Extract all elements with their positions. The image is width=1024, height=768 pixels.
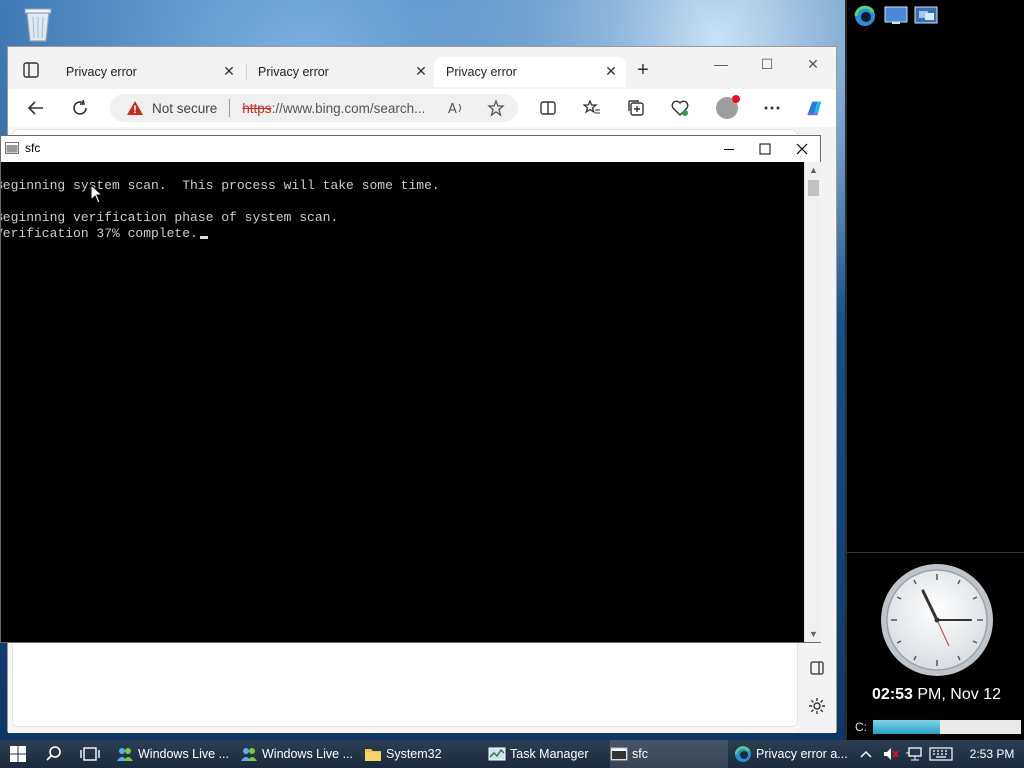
warning-icon bbox=[127, 101, 143, 115]
tab-strip: Privacy error ✕ Privacy error ✕ Privacy … bbox=[8, 47, 836, 89]
windows-logo-icon bbox=[10, 746, 26, 762]
scroll-thumb[interactable] bbox=[808, 180, 819, 196]
taskbar-item-label: Windows Live ... bbox=[262, 747, 354, 761]
console-output[interactable]: Beginning system scan. This process will… bbox=[1, 162, 804, 642]
split-screen-icon[interactable] bbox=[538, 98, 558, 118]
url-scheme: https bbox=[242, 100, 272, 116]
maximize-icon[interactable]: ☐ bbox=[752, 53, 782, 75]
console-line-progress: Verification 37% complete. bbox=[1, 226, 208, 242]
windows-live-icon bbox=[240, 745, 258, 763]
progress-text: Verification 37% complete. bbox=[1, 226, 198, 241]
scroll-down-icon[interactable]: ▼ bbox=[805, 626, 822, 642]
console-maximize-icon[interactable] bbox=[747, 136, 783, 162]
back-icon[interactable] bbox=[26, 98, 46, 118]
taskbar-item-system32[interactable]: System32 bbox=[364, 740, 484, 768]
mouse-pointer-icon bbox=[90, 183, 104, 204]
tab-privacy-error-1[interactable]: Privacy error ✕ bbox=[54, 57, 244, 87]
network-icon[interactable] bbox=[904, 740, 924, 768]
side-panel-icons bbox=[853, 4, 938, 26]
close-icon[interactable]: ✕ bbox=[222, 64, 236, 78]
tab-actions-icon[interactable] bbox=[22, 61, 40, 79]
console-icon bbox=[610, 745, 628, 763]
sidebar-toggle-icon[interactable] bbox=[808, 659, 826, 680]
console-app-icon bbox=[5, 142, 19, 154]
task-view-icon[interactable] bbox=[78, 740, 102, 768]
taskbar-item-windows-live-1[interactable]: Windows Live ... bbox=[116, 740, 236, 768]
side-clock-time: 02:53 bbox=[872, 686, 913, 703]
notification-dot bbox=[732, 95, 740, 103]
not-secure-label[interactable]: Not secure bbox=[152, 101, 217, 116]
side-clock-text: 02:53 PM, Nov 12 bbox=[847, 686, 1024, 704]
taskbar-item-label: System32 bbox=[386, 747, 442, 761]
console-line: Beginning system scan. This process will… bbox=[1, 178, 440, 193]
console-close-icon[interactable] bbox=[784, 136, 820, 162]
tab-privacy-error-2[interactable]: Privacy error ✕ bbox=[246, 57, 436, 87]
taskbar-item-label: Task Manager bbox=[510, 747, 589, 761]
text-cursor bbox=[199, 236, 208, 239]
folder-icon bbox=[364, 745, 382, 763]
copilot-icon[interactable] bbox=[804, 98, 824, 118]
close-icon[interactable]: ✕ bbox=[604, 64, 618, 78]
taskbar-item-privacy-error[interactable]: Privacy error a... bbox=[734, 740, 854, 768]
refresh-icon[interactable] bbox=[70, 98, 90, 118]
collections-icon[interactable] bbox=[626, 98, 646, 118]
minimize-icon[interactable]: — bbox=[706, 53, 736, 75]
volume-muted-icon[interactable] bbox=[882, 740, 900, 768]
side-panel-divider bbox=[847, 552, 1024, 553]
desktop-icon[interactable] bbox=[883, 4, 908, 26]
scroll-up-icon[interactable]: ▲ bbox=[805, 162, 822, 178]
drive-meter: C: bbox=[855, 718, 1024, 736]
taskbar-item-windows-live-2[interactable]: Windows Live ... bbox=[240, 740, 360, 768]
drive-usage-fill bbox=[873, 720, 940, 734]
browser-essentials-icon[interactable] bbox=[670, 98, 690, 118]
address-separator bbox=[229, 99, 231, 117]
console-minimize-icon[interactable] bbox=[711, 136, 747, 162]
taskbar-item-label: Privacy error a... bbox=[756, 747, 848, 761]
console-title: sfc bbox=[25, 141, 41, 155]
taskbar-clock[interactable]: 2:53 PM bbox=[964, 740, 1020, 768]
more-options-icon[interactable] bbox=[762, 98, 782, 118]
recycle-bin-icon[interactable] bbox=[18, 4, 58, 44]
svg-text:A: A bbox=[448, 102, 457, 117]
favorite-star-icon[interactable] bbox=[486, 98, 506, 118]
taskbar-item-task-manager[interactable]: Task Manager bbox=[488, 740, 608, 768]
start-button[interactable] bbox=[6, 740, 30, 768]
show-hidden-icons-chevron-icon[interactable] bbox=[858, 740, 874, 768]
console-title-bar[interactable]: sfc bbox=[1, 136, 820, 162]
taskbar: Windows Live ... Windows Live ... System… bbox=[0, 740, 1024, 768]
taskbar-item-label: Windows Live ... bbox=[138, 747, 230, 761]
browser-toolbar: Not secure https ://www.bing.com/search.… bbox=[8, 89, 836, 127]
taskbar-item-sfc[interactable]: sfc bbox=[610, 740, 728, 768]
url-text: ://www.bing.com/search... bbox=[271, 100, 426, 116]
console-line: Beginning verification phase of system s… bbox=[1, 210, 339, 225]
windows-live-icon bbox=[116, 745, 134, 763]
analog-clock bbox=[880, 563, 994, 677]
console-scrollbar[interactable]: ▲ ▼ bbox=[804, 162, 821, 642]
gadget-side-panel: 02:53 PM, Nov 12 C: bbox=[845, 0, 1024, 740]
drive-usage-bar bbox=[873, 720, 1021, 734]
tab-label: Privacy error bbox=[446, 65, 517, 79]
task-manager-icon bbox=[488, 745, 506, 763]
switch-windows-icon[interactable] bbox=[913, 4, 938, 26]
taskbar-item-label: sfc bbox=[632, 747, 648, 761]
drive-label: C: bbox=[855, 720, 867, 734]
tab-privacy-error-3-active[interactable]: Privacy error ✕ bbox=[434, 57, 626, 87]
close-icon[interactable]: ✕ bbox=[414, 64, 428, 78]
side-clock-date: PM, Nov 12 bbox=[912, 686, 1001, 703]
sfc-console-window: sfc Beginning system scan. This process … bbox=[0, 135, 821, 643]
keyboard-icon[interactable] bbox=[928, 740, 954, 768]
settings-gear-icon[interactable] bbox=[808, 697, 826, 718]
tab-label: Privacy error bbox=[66, 65, 137, 79]
favorites-icon[interactable] bbox=[582, 98, 602, 118]
edge-icon[interactable] bbox=[853, 4, 877, 26]
new-tab-icon[interactable]: + bbox=[634, 60, 652, 80]
tab-label: Privacy error bbox=[258, 65, 329, 79]
search-icon[interactable] bbox=[42, 740, 66, 768]
close-window-icon[interactable]: ✕ bbox=[798, 53, 828, 75]
edge-icon bbox=[734, 745, 752, 763]
read-aloud-icon[interactable]: A bbox=[446, 98, 466, 118]
